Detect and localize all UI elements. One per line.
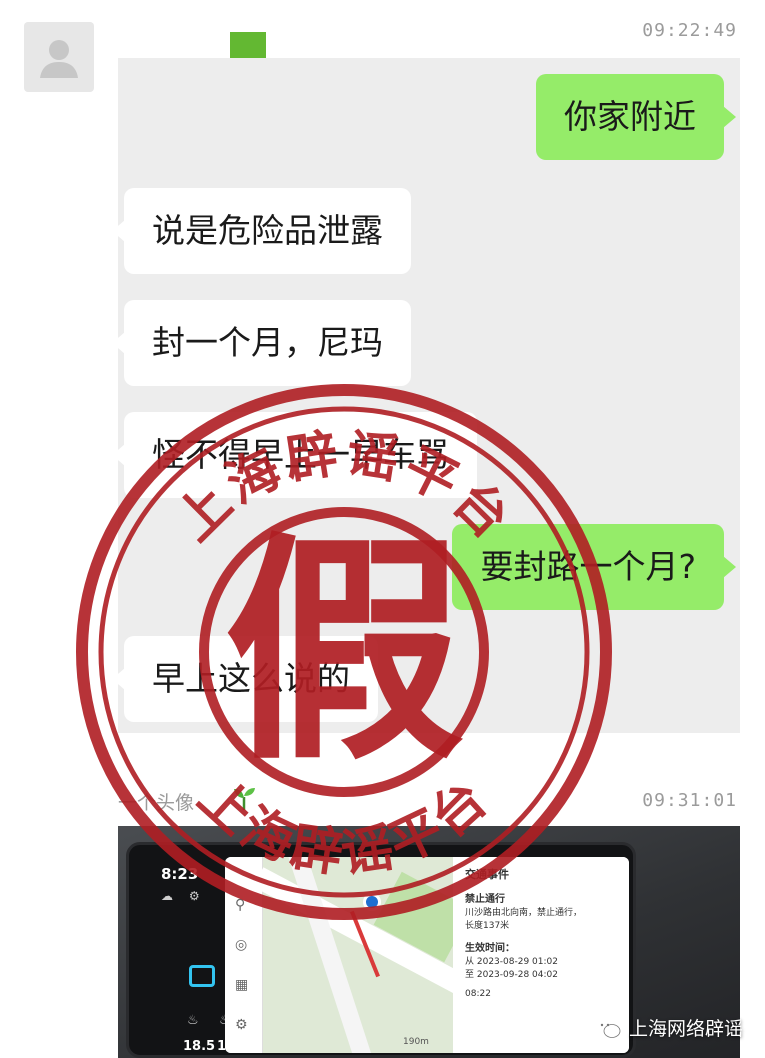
map-road: [287, 857, 377, 1053]
chat-bubble-incoming: 封一个月，尼玛: [112, 300, 411, 386]
chat-bubble-incoming: 怪不得早上一早车骂: [112, 412, 477, 498]
map-view: 190m: [253, 857, 493, 1053]
chat-bubble-incoming: 说是危险品泄露: [112, 188, 411, 274]
message-timestamp: 09:22:49: [642, 20, 737, 41]
sender-nickname: 一个头像: [118, 792, 195, 814]
chat-bubble-outgoing: 要封路一个月?: [452, 524, 736, 610]
chat-bubble-outgoing: 你家附近: [536, 74, 736, 160]
message-timestamp: 09:31:01: [642, 790, 737, 811]
effective-from: 从 2023-08-29 01:02: [465, 957, 558, 968]
search-icon: ⚲: [235, 897, 246, 913]
car-status-icons: ☁ ⚙: [161, 889, 206, 903]
effective-heading: 生效时间：: [465, 942, 515, 954]
source-watermark: 上海网络辟谣: [595, 1014, 743, 1041]
chat-bubble-incoming: 早上这么说的: [112, 636, 378, 722]
panel-title: 交通事件: [465, 868, 509, 881]
default-avatar-icon: [40, 40, 78, 78]
voice-icon: ◎: [235, 937, 248, 953]
closure-detail: 川沙路由北向南，禁止通行，: [465, 908, 583, 919]
seat-temp-left: 18.5: [183, 1039, 216, 1054]
map-scale: 190m: [403, 1037, 429, 1047]
car-display: 8:23 ☁ ⚙ ♨ ♨ 18.5 18.5 ⚲ ◎ ▦ ⚙ 190m: [126, 842, 636, 1058]
closure-heading: 禁止通行: [465, 893, 505, 905]
watermark-label: 上海网络辟谣: [628, 1018, 743, 1040]
sprout-icon: [234, 788, 255, 810]
updated-time: 08:22: [465, 989, 491, 1000]
seat-heater-icon: ♨: [187, 1013, 199, 1028]
car-clock: 8:23: [161, 865, 199, 883]
settings-icon: ⚙: [235, 1017, 248, 1033]
car-home-button: [189, 965, 215, 987]
effective-to: 至 2023-09-28 04:02: [465, 970, 558, 981]
chat-screenshot-image[interactable]: 你家附近 说是危险品泄露 封一个月，尼玛 怪不得早上一早车骂 要封路一个月? 早…: [112, 58, 740, 733]
navigation-app: ⚲ ◎ ▦ ⚙ 190m 交通事件 禁止通行 川沙路由北向南，禁止通行， 长度1…: [225, 857, 629, 1053]
wechat-icon: [595, 1018, 621, 1038]
car-status-column: 8:23 ☁ ⚙ ♨ ♨ 18.5 18.5: [139, 853, 249, 1054]
sender-avatar[interactable]: [24, 22, 94, 92]
traffic-icon: ▦: [235, 977, 249, 993]
closure-detail: 长度137米: [465, 921, 510, 932]
location-pin-icon: [363, 893, 381, 911]
